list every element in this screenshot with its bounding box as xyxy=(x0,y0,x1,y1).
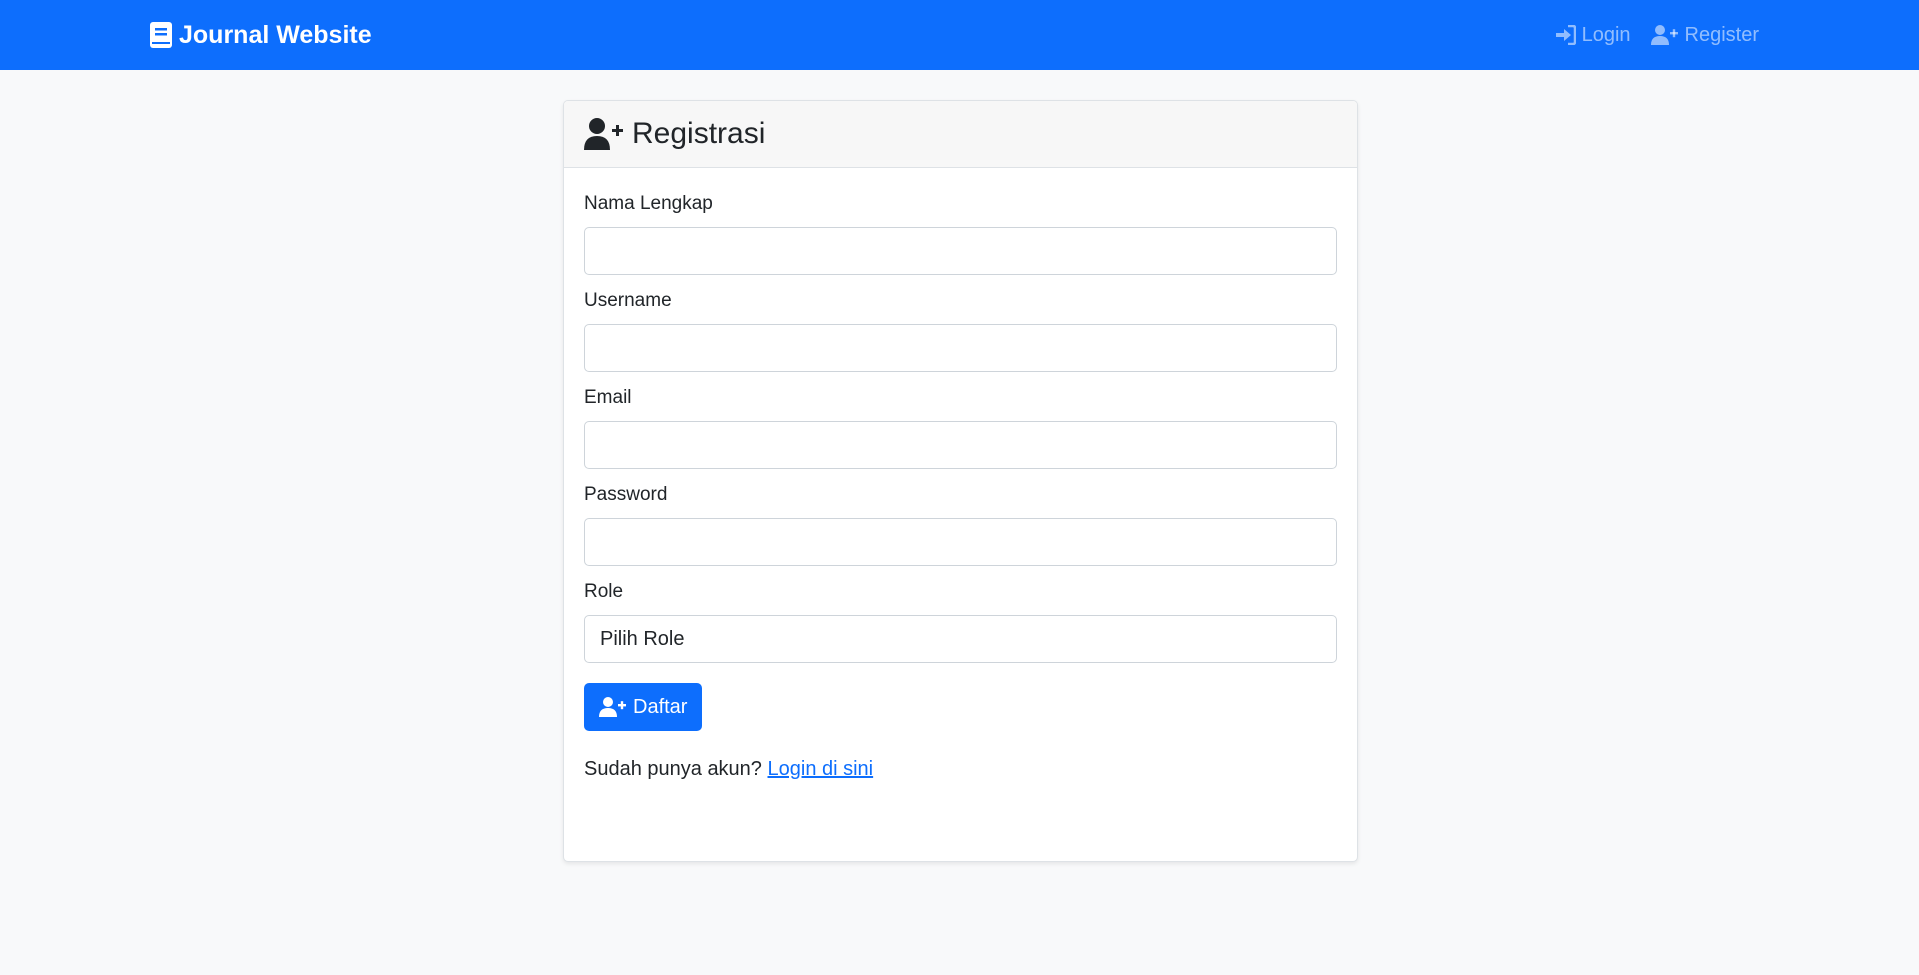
brand-link[interactable]: Journal Website xyxy=(150,0,372,70)
role-selected-value: Pilih Role xyxy=(600,627,685,650)
login-prompt-text: Sudah punya akun? xyxy=(584,758,762,780)
username-label: Username xyxy=(584,290,672,311)
email-label: Email xyxy=(584,387,632,408)
password-label: Password xyxy=(584,484,668,505)
email-input[interactable] xyxy=(584,421,1337,469)
nav-login-link[interactable]: Login xyxy=(1554,24,1631,47)
form-group-email: Email xyxy=(584,387,1337,469)
user-plus-icon xyxy=(584,118,623,150)
user-plus-icon xyxy=(1650,25,1678,45)
nav-login-label: Login xyxy=(1581,23,1631,46)
nav-links: Login Register xyxy=(1554,0,1759,70)
card-title: Registrasi xyxy=(632,117,766,150)
daftar-button[interactable]: Daftar xyxy=(584,683,703,731)
form-group-username: Username xyxy=(584,290,1337,372)
navbar: Journal Website Login Register xyxy=(0,0,1919,70)
sign-in-icon xyxy=(1555,25,1576,45)
user-plus-icon xyxy=(599,697,626,717)
card-header: Registrasi xyxy=(564,101,1357,168)
nav-register-link[interactable]: Register xyxy=(1650,23,1759,47)
username-input[interactable] xyxy=(584,324,1337,372)
login-prompt: Sudah punya akun? Login di sini xyxy=(584,758,1337,781)
login-here-link[interactable]: Login di sini xyxy=(768,758,874,780)
registration-card: Registrasi Nama Lengkap Username Email P… xyxy=(563,100,1358,862)
book-icon xyxy=(150,22,172,48)
nama-lengkap-input[interactable] xyxy=(584,227,1337,275)
nav-register-label: Register xyxy=(1684,23,1759,46)
role-select[interactable]: Pilih Role xyxy=(584,615,1337,663)
role-label: Role xyxy=(584,581,624,602)
password-input[interactable] xyxy=(584,518,1337,566)
daftar-button-label: Daftar xyxy=(633,695,688,718)
form-group-role: Role Pilih Role xyxy=(584,581,1337,663)
form-group-password: Password xyxy=(584,484,1337,566)
brand-title: Journal Website xyxy=(179,20,372,49)
nama-lengkap-label: Nama Lengkap xyxy=(584,193,713,214)
card-body: Nama Lengkap Username Email Password Rol… xyxy=(564,168,1357,781)
form-group-nama: Nama Lengkap xyxy=(584,193,1337,275)
